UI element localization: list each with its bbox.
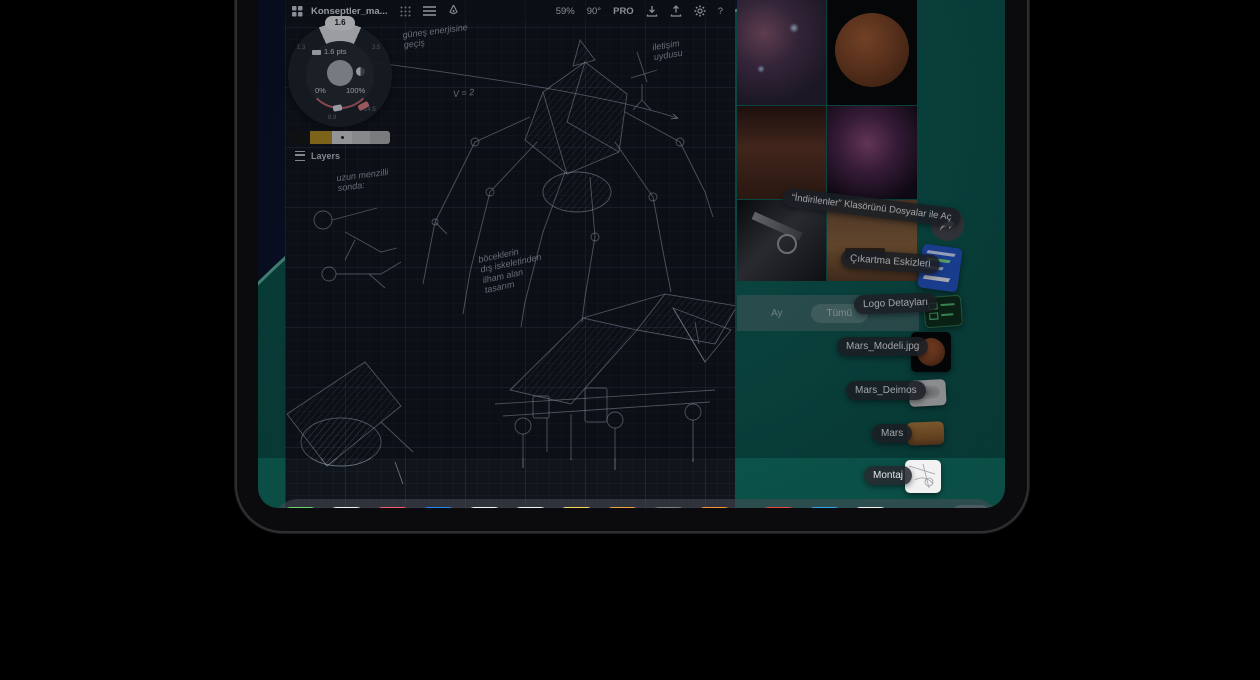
contrast-moon-icon[interactable] <box>356 67 365 76</box>
dock-app-concepts[interactable] <box>696 507 733 509</box>
dock: ♪ Sal 1 <box>272 499 1001 508</box>
dock-app-appstore[interactable] <box>806 507 843 509</box>
opacity-max-label: 100% <box>346 86 365 95</box>
layer-lines-icon[interactable] <box>421 3 439 19</box>
export-share-icon[interactable] <box>667 3 685 19</box>
page-background: Konseptler_ma... 59% <box>0 0 1260 680</box>
dock-app-music[interactable]: ♪ <box>374 507 411 509</box>
dot-grid-icon[interactable] <box>397 3 415 19</box>
dock-chevron-down[interactable] <box>916 507 942 509</box>
drawing-app-window: Konseptler_ma... 59% <box>285 0 735 508</box>
document-title[interactable]: Konseptler_ma... <box>311 6 388 17</box>
swatch-midgray[interactable] <box>370 131 390 144</box>
dock-app-messages[interactable] <box>282 507 319 509</box>
color-knob[interactable] <box>327 60 353 86</box>
dock-app-mail[interactable] <box>420 507 457 509</box>
brush-swatch-icon <box>312 50 321 55</box>
canvas-rotation[interactable]: 90° <box>587 6 601 17</box>
drag-label-montaj[interactable]: Montaj <box>864 466 912 485</box>
swatch-black[interactable] <box>290 131 310 144</box>
photos-flower-icon <box>512 507 549 509</box>
c-swirl-icon <box>852 507 889 509</box>
drag-label-mars-modeli[interactable]: Mars_Modeli.jpg <box>837 337 928 356</box>
thumb-mars-painting[interactable] <box>907 421 945 445</box>
photo-mars-globe[interactable] <box>827 0 917 105</box>
photo-horsehead-nebula[interactable] <box>737 0 826 105</box>
messages-bubble-icon <box>282 507 319 509</box>
photo-spacecraft[interactable] <box>737 200 826 281</box>
appstore-a-icon <box>806 507 843 509</box>
dock-app-books[interactable] <box>604 507 641 509</box>
opacity-min-label: 0% <box>315 86 326 95</box>
photo-orion-nebula[interactable] <box>827 106 917 199</box>
photo-mars-surface[interactable] <box>737 106 826 199</box>
segment-size-1[interactable]: 1.3 <box>297 45 305 51</box>
ipad-screen: Konseptler_ma... 59% <box>258 0 1005 508</box>
dock-app-calendar[interactable]: Sal 1 <box>466 507 503 509</box>
layers-label: Layers <box>311 151 340 161</box>
help-button[interactable]: ? <box>718 6 723 17</box>
dock-app-notes[interactable] <box>558 507 595 509</box>
dock-app-settings[interactable] <box>650 507 687 509</box>
annotation-v2: V = 2 <box>453 87 475 100</box>
dock-app-photos[interactable] <box>512 507 549 509</box>
dock-app-safari[interactable] <box>328 507 365 509</box>
mail-envelope-icon <box>420 507 457 509</box>
drag-label-mars-deimos[interactable]: Mars_Deimos <box>846 381 926 400</box>
pen-icon <box>696 507 733 509</box>
safari-compass-icon <box>328 507 365 509</box>
dock-app-rocket[interactable] <box>760 507 797 509</box>
notes-header <box>558 507 595 509</box>
swatch-lightgray-selected[interactable] <box>332 131 352 144</box>
active-brush-size-tab[interactable]: 1.6 <box>325 16 355 30</box>
drag-label-mars[interactable]: Mars <box>872 424 912 443</box>
import-icon[interactable] <box>643 3 661 19</box>
dock-app-library[interactable]: ★ <box>951 505 991 508</box>
color-swatch-bar[interactable] <box>290 131 390 144</box>
settings-gear-glyph <box>650 507 687 509</box>
brush-tool-wheel[interactable]: 1.6 1.6 pts 0% 100% 1.3 3.5 8.9 <box>288 23 392 127</box>
swatch-gray[interactable] <box>352 131 370 144</box>
filter-month[interactable]: Ay <box>771 308 783 319</box>
pen-nib-icon[interactable] <box>445 3 463 19</box>
segment-size-3[interactable]: 8.9 <box>328 115 336 121</box>
brush-size-label: 1.6 pts <box>324 47 347 56</box>
zoom-level[interactable]: 59% <box>556 6 575 17</box>
layers-control[interactable]: Layers <box>295 151 340 161</box>
pro-badge[interactable]: PRO <box>613 6 634 17</box>
dock-app-c-logo[interactable] <box>852 507 889 509</box>
drag-label-logo[interactable]: Logo Detayları <box>854 293 938 315</box>
segment-size-2[interactable]: 3.5 <box>372 45 380 51</box>
gallery-grid-icon[interactable] <box>288 3 306 19</box>
settings-gear-icon[interactable] <box>691 3 709 19</box>
swatch-gold[interactable] <box>310 131 332 144</box>
layers-icon <box>295 151 305 161</box>
books-open-book-icon <box>604 507 641 509</box>
ipad-device-frame: Konseptler_ma... 59% <box>237 0 1027 531</box>
rocket-icon <box>760 507 797 509</box>
